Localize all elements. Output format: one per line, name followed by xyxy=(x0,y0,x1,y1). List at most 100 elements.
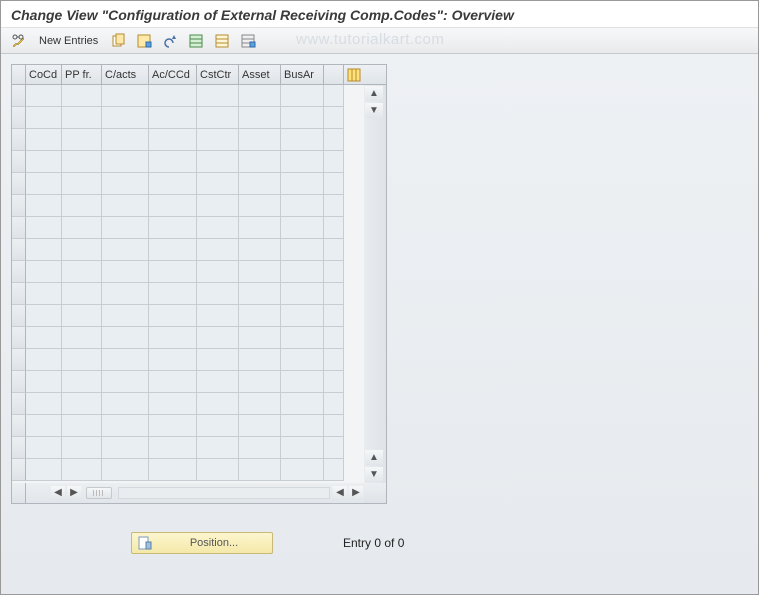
cell-Cacts[interactable] xyxy=(102,217,149,239)
cell-Asset[interactable] xyxy=(239,261,281,283)
cell-pad[interactable] xyxy=(324,107,344,129)
cell-CoCd[interactable] xyxy=(26,195,62,217)
cell-CoCd[interactable] xyxy=(26,107,62,129)
cell-Asset[interactable] xyxy=(239,349,281,371)
copy-as-button[interactable] xyxy=(106,31,130,51)
cell-CoCd[interactable] xyxy=(26,261,62,283)
cell-CstCtr[interactable] xyxy=(197,371,239,393)
cell-CstCtr[interactable] xyxy=(197,151,239,173)
cell-pad[interactable] xyxy=(324,437,344,459)
cell-AcCCd[interactable] xyxy=(149,415,197,437)
scroll-up-button-2[interactable]: ▲ xyxy=(365,450,383,465)
cell-PPfr[interactable] xyxy=(62,151,102,173)
cell-AcCCd[interactable] xyxy=(149,283,197,305)
cell-AcCCd[interactable] xyxy=(149,349,197,371)
row-selector[interactable] xyxy=(12,305,26,327)
cell-Cacts[interactable] xyxy=(102,459,149,481)
cell-Asset[interactable] xyxy=(239,151,281,173)
cell-CstCtr[interactable] xyxy=(197,437,239,459)
cell-pad[interactable] xyxy=(324,349,344,371)
cell-pad[interactable] xyxy=(324,85,344,107)
cell-Cacts[interactable] xyxy=(102,393,149,415)
cell-AcCCd[interactable] xyxy=(149,85,197,107)
cell-AcCCd[interactable] xyxy=(149,217,197,239)
column-header-CstCtr[interactable]: CstCtr xyxy=(197,65,239,84)
cell-AcCCd[interactable] xyxy=(149,261,197,283)
cell-pad[interactable] xyxy=(324,393,344,415)
row-selector[interactable] xyxy=(12,349,26,371)
cell-Asset[interactable] xyxy=(239,327,281,349)
cell-Asset[interactable] xyxy=(239,195,281,217)
cell-Cacts[interactable] xyxy=(102,239,149,261)
cell-AcCCd[interactable] xyxy=(149,393,197,415)
column-header-Cacts[interactable]: C/acts xyxy=(102,65,149,84)
position-button[interactable]: Position... xyxy=(131,532,273,554)
cell-AcCCd[interactable] xyxy=(149,239,197,261)
row-selector[interactable] xyxy=(12,459,26,481)
cell-AcCCd[interactable] xyxy=(149,173,197,195)
row-selector[interactable] xyxy=(12,261,26,283)
undo-button[interactable] xyxy=(158,31,182,51)
row-selector[interactable] xyxy=(12,151,26,173)
cell-CoCd[interactable] xyxy=(26,393,62,415)
cell-Cacts[interactable] xyxy=(102,107,149,129)
horizontal-scrollbar[interactable]: ◀ ▶ ◀ ▶ xyxy=(12,483,386,503)
cell-Cacts[interactable] xyxy=(102,305,149,327)
cell-BusAr[interactable] xyxy=(281,459,324,481)
cell-PPfr[interactable] xyxy=(62,129,102,151)
cell-CstCtr[interactable] xyxy=(197,459,239,481)
cell-Asset[interactable] xyxy=(239,283,281,305)
cell-Asset[interactable] xyxy=(239,217,281,239)
row-selector[interactable] xyxy=(12,107,26,129)
cell-CstCtr[interactable] xyxy=(197,129,239,151)
cell-BusAr[interactable] xyxy=(281,173,324,195)
cell-PPfr[interactable] xyxy=(62,85,102,107)
cell-CoCd[interactable] xyxy=(26,437,62,459)
cell-BusAr[interactable] xyxy=(281,437,324,459)
cell-PPfr[interactable] xyxy=(62,459,102,481)
row-selector[interactable] xyxy=(12,217,26,239)
row-selector[interactable] xyxy=(12,85,26,107)
cell-AcCCd[interactable] xyxy=(149,129,197,151)
cell-PPfr[interactable] xyxy=(62,195,102,217)
scroll-track[interactable] xyxy=(118,487,330,499)
column-header-BusAr[interactable]: BusAr xyxy=(281,65,324,84)
cell-Cacts[interactable] xyxy=(102,415,149,437)
cell-CstCtr[interactable] xyxy=(197,107,239,129)
cell-Cacts[interactable] xyxy=(102,173,149,195)
cell-BusAr[interactable] xyxy=(281,217,324,239)
select-block-button[interactable] xyxy=(210,31,234,51)
scroll-thumb[interactable] xyxy=(86,487,112,499)
cell-Cacts[interactable] xyxy=(102,327,149,349)
cell-PPfr[interactable] xyxy=(62,283,102,305)
cell-BusAr[interactable] xyxy=(281,305,324,327)
row-selector[interactable] xyxy=(12,195,26,217)
cell-pad[interactable] xyxy=(324,371,344,393)
cell-CstCtr[interactable] xyxy=(197,349,239,371)
select-all-button[interactable] xyxy=(184,31,208,51)
cell-AcCCd[interactable] xyxy=(149,459,197,481)
cell-PPfr[interactable] xyxy=(62,305,102,327)
cell-Cacts[interactable] xyxy=(102,371,149,393)
row-selector[interactable] xyxy=(12,327,26,349)
row-selector[interactable] xyxy=(12,393,26,415)
cell-pad[interactable] xyxy=(324,217,344,239)
scroll-right-button-2[interactable]: ▶ xyxy=(349,486,363,500)
column-header-Asset[interactable]: Asset xyxy=(239,65,281,84)
scroll-down-button[interactable]: ▼ xyxy=(365,103,383,118)
cell-CoCd[interactable] xyxy=(26,305,62,327)
vertical-scrollbar[interactable]: ▲ ▼ ▲ ▼ xyxy=(364,85,386,483)
cell-CoCd[interactable] xyxy=(26,283,62,305)
cell-BusAr[interactable] xyxy=(281,283,324,305)
row-selector[interactable] xyxy=(12,371,26,393)
cell-BusAr[interactable] xyxy=(281,349,324,371)
cell-pad[interactable] xyxy=(324,173,344,195)
cell-Asset[interactable] xyxy=(239,415,281,437)
cell-BusAr[interactable] xyxy=(281,393,324,415)
cell-PPfr[interactable] xyxy=(62,173,102,195)
cell-CstCtr[interactable] xyxy=(197,173,239,195)
column-header-CoCd[interactable]: CoCd xyxy=(26,65,62,84)
cell-Asset[interactable] xyxy=(239,129,281,151)
cell-PPfr[interactable] xyxy=(62,327,102,349)
configure-columns-button[interactable] xyxy=(344,65,364,84)
